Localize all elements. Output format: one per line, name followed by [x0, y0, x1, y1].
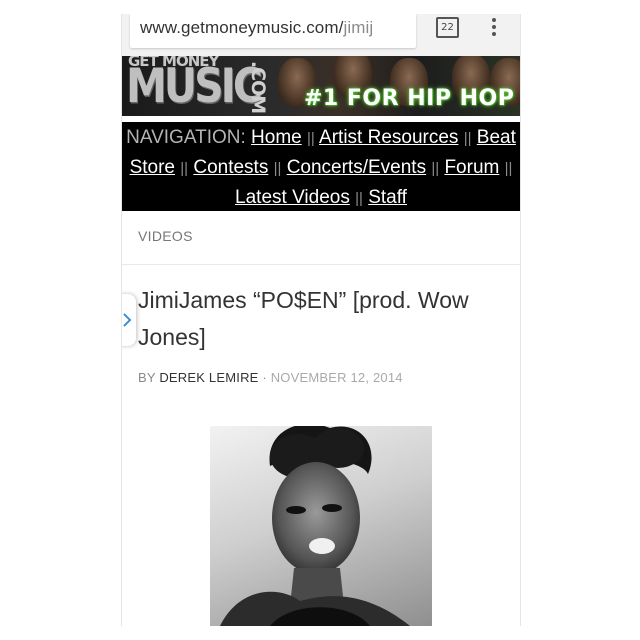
article-title: JimiJames “PO$EN” [prod. Wow Jones]	[138, 287, 469, 350]
nav-separator: ||	[307, 130, 315, 147]
tab-count: 22	[441, 22, 454, 33]
url-text: www.getmoneymusic.com/jimij	[140, 18, 373, 38]
logo-main-text: MUSIC	[126, 58, 263, 114]
author-link[interactable]: DEREK LEMIRE	[159, 370, 258, 385]
browser-toolbar: www.getmoneymusic.com/jimij 22	[122, 14, 520, 57]
url-domain: www.getmoneymusic.com/	[140, 18, 344, 37]
post-date: NOVEMBER 12, 2014	[270, 370, 403, 385]
nav-link-latest-videos[interactable]: Latest Videos	[235, 187, 350, 208]
tab-switcher-button[interactable]: 22	[436, 17, 459, 38]
nav-separator: ||	[431, 160, 440, 177]
article-featured-image	[210, 426, 432, 626]
chevron-right-icon	[123, 313, 132, 327]
nav-link-contests[interactable]: Contests	[193, 157, 268, 178]
nav-separator: ||	[180, 160, 189, 177]
overflow-menu-icon[interactable]	[488, 15, 500, 39]
category-header: VIDEOS	[122, 210, 520, 265]
category-label[interactable]: VIDEOS	[138, 228, 193, 244]
address-bar[interactable]: www.getmoneymusic.com/jimij	[130, 14, 416, 48]
phone-screen: www.getmoneymusic.com/jimij 22 GET MONEY…	[121, 14, 521, 626]
nav-link-home[interactable]: Home	[251, 127, 302, 148]
byline-separator: ·	[258, 370, 271, 385]
byline-prefix: BY	[138, 370, 156, 385]
nav-label: NAVIGATION:	[126, 127, 246, 148]
portrait-illustration	[220, 426, 410, 626]
article-byline: BY DEREK LEMIRE · NOVEMBER 12, 2014	[138, 370, 403, 385]
url-path: jimij	[343, 18, 374, 37]
nav-separator: ||	[463, 130, 472, 147]
nav-separator: ||	[355, 190, 363, 207]
logo-com-text: .COM	[247, 60, 270, 114]
nav-separator: ||	[504, 160, 513, 177]
nav-link-artist-resources[interactable]: Artist Resources	[319, 127, 458, 148]
nav-link-staff[interactable]: Staff	[368, 187, 407, 208]
nav-link-concerts-events[interactable]: Concerts/Events	[287, 157, 426, 178]
site-navigation: NAVIGATION: Home || Artist Resources || …	[122, 122, 520, 211]
side-drawer-tab[interactable]	[122, 294, 136, 346]
site-banner[interactable]: GET MONEY MUSIC .COM #1 FOR HIP HOP	[122, 56, 520, 116]
nav-link-forum[interactable]: Forum	[444, 157, 499, 178]
nav-separator: ||	[273, 160, 282, 177]
banner-tagline: #1 FOR HIP HOP	[304, 86, 515, 111]
